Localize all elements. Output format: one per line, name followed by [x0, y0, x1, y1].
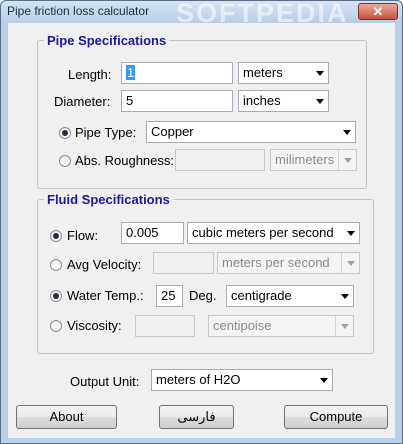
diameter-label: Diameter:	[54, 94, 111, 109]
flow-label: Flow:	[67, 228, 99, 243]
diameter-input[interactable]: 5	[121, 90, 233, 112]
flow-unit-value: cubic meters per second	[192, 225, 334, 240]
flow-value: 0.005	[126, 225, 159, 240]
length-unit-value: meters	[243, 65, 283, 80]
flow-unit-select[interactable]: cubic meters per second	[187, 222, 360, 244]
pipe-type-select[interactable]: Copper	[146, 121, 356, 143]
water-temp-label: Water Temp.:	[67, 288, 144, 303]
length-input[interactable]: 1	[121, 62, 233, 84]
diameter-unit-select[interactable]: inches	[238, 90, 329, 112]
output-unit-select[interactable]: meters of H2O	[151, 369, 333, 391]
avg-velocity-label: Avg Velocity:	[67, 257, 142, 272]
viscosity-radio[interactable]	[50, 320, 62, 332]
abs-roughness-input[interactable]	[175, 149, 265, 171]
chevron-down-icon	[338, 122, 355, 142]
water-temp-input[interactable]: 25	[156, 285, 183, 307]
farsi-button[interactable]: فارسی	[159, 405, 234, 429]
flow-input[interactable]: 0.005	[121, 222, 184, 244]
viscosity-label: Viscosity:	[67, 318, 122, 333]
chevron-down-icon	[311, 63, 328, 83]
about-button[interactable]: About	[16, 405, 117, 429]
pipe-specifications-group: Pipe Specifications Length: 1 meters Dia…	[37, 33, 367, 189]
water-temp-value: 25	[161, 288, 176, 303]
velocity-unit-value: meters per second	[222, 255, 330, 270]
avg-velocity-radio[interactable]	[50, 259, 62, 271]
water-temp-radio[interactable]	[50, 290, 62, 302]
output-unit-label: Output Unit:	[70, 374, 140, 389]
roughness-unit-select[interactable]: milimeters	[270, 149, 357, 171]
pipe-type-label: Pipe Type:	[75, 125, 137, 140]
pipe-specifications-legend: Pipe Specifications	[44, 33, 170, 48]
app-window: Pipe friction loss calculator SOFTPEDIA …	[0, 0, 403, 444]
chevron-down-icon	[341, 253, 359, 273]
viscosity-unit-select[interactable]: centipoise	[208, 315, 354, 337]
abs-roughness-radio[interactable]	[59, 155, 71, 167]
flow-radio[interactable]	[50, 230, 62, 242]
output-unit-value: meters of H2O	[156, 372, 241, 387]
velocity-unit-select[interactable]: meters per second	[217, 252, 360, 274]
roughness-unit-value: milimeters	[275, 152, 335, 167]
avg-velocity-input[interactable]	[153, 252, 214, 274]
chevron-down-icon	[342, 223, 359, 243]
chevron-down-icon	[338, 150, 356, 170]
length-value: 1	[126, 65, 136, 80]
length-unit-select[interactable]: meters	[238, 62, 329, 84]
temp-unit-value: centigrade	[231, 288, 292, 303]
temp-unit-select[interactable]: centigrade	[226, 285, 354, 307]
fluid-specifications-legend: Fluid Specifications	[44, 192, 173, 207]
length-label: Length:	[68, 67, 112, 82]
chevron-down-icon	[311, 91, 328, 111]
abs-roughness-label: Abs. Roughness:	[75, 153, 175, 168]
diameter-unit-value: inches	[243, 93, 281, 108]
diameter-value: 5	[126, 93, 134, 108]
title-bar[interactable]: Pipe friction loss calculator SOFTPEDIA …	[1, 0, 402, 28]
compute-button[interactable]: Compute	[284, 405, 388, 429]
temp-unit-label: Deg.	[189, 288, 217, 303]
pipe-type-radio[interactable]	[59, 127, 71, 139]
close-button[interactable]: ✕	[358, 3, 398, 20]
viscosity-unit-value: centipoise	[213, 318, 272, 333]
client-area: Pipe Specifications Length: 1 meters Dia…	[8, 23, 395, 438]
fluid-specifications-group: Fluid Specifications Flow: 0.005 cubic m…	[37, 192, 374, 354]
chevron-down-icon	[336, 286, 353, 306]
window-title: Pipe friction loss calculator	[7, 4, 150, 18]
viscosity-input[interactable]	[135, 315, 195, 337]
chevron-down-icon	[335, 316, 353, 336]
pipe-type-value: Copper	[151, 124, 194, 139]
chevron-down-icon	[315, 370, 332, 390]
